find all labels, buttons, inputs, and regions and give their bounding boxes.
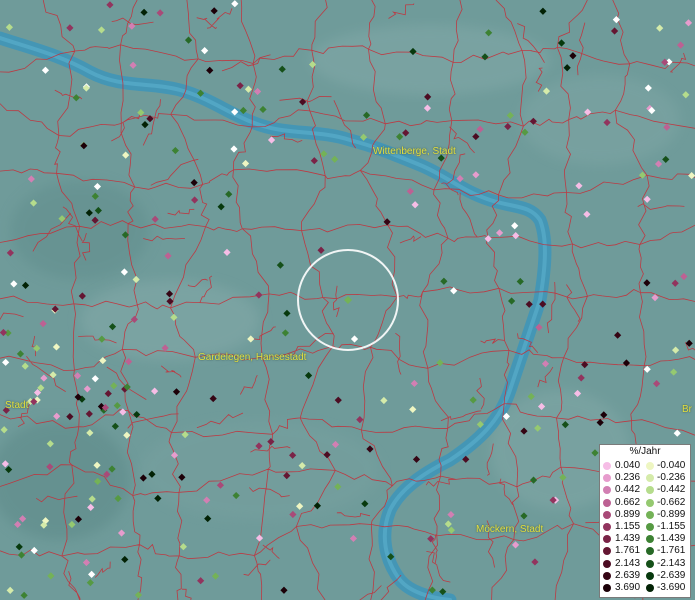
legend-value-positive: 1.761 xyxy=(615,545,641,557)
legend-swatch-negative xyxy=(646,510,654,519)
legend-value-positive: 0.442 xyxy=(615,484,641,496)
legend-value-positive: 1.155 xyxy=(615,521,641,532)
legend-value-positive: 2.143 xyxy=(615,557,641,569)
legend-row: 2.143 -2.143 xyxy=(600,558,692,570)
legend-swatch-positive xyxy=(603,559,611,568)
legend-value-positive: 2.639 xyxy=(615,569,641,581)
legend-value-negative: -2.143 xyxy=(657,557,686,569)
legend-value-positive: 0.662 xyxy=(615,496,641,508)
legend-swatch-negative xyxy=(646,498,654,507)
map-canvas[interactable] xyxy=(0,0,695,600)
legend-row: 1.761 -1.761 xyxy=(600,545,692,557)
legend-value-negative: -0.442 xyxy=(657,484,686,496)
legend-row: 1.155 -1.155 xyxy=(600,521,692,533)
legend-swatch-negative xyxy=(646,584,654,592)
legend-swatch-positive xyxy=(603,584,611,592)
legend-title: %/Jahr xyxy=(629,446,661,457)
legend-swatch-negative xyxy=(646,486,654,495)
legend-value-positive: 3.690 xyxy=(615,582,641,593)
legend-row: 0.899 -0.899 xyxy=(600,509,692,521)
place-label-wittenberge: Wittenberge, Stadt xyxy=(373,146,456,157)
place-label-moeckern: Möckern, Stadt xyxy=(476,524,544,535)
legend-value-negative: -0.236 xyxy=(657,472,686,484)
legend-swatch-positive xyxy=(603,571,611,580)
legend-value-negative: -0.040 xyxy=(657,460,686,471)
legend-value-negative: -1.439 xyxy=(657,533,686,545)
legend-swatch-positive xyxy=(603,474,611,483)
legend-value-negative: -2.639 xyxy=(657,569,686,581)
legend-row: 3.690 -3.690 xyxy=(600,582,692,594)
legend-row: 0.040 -0.040 xyxy=(600,460,692,472)
legend-swatch-negative xyxy=(646,523,654,531)
legend-value-negative: -1.155 xyxy=(657,521,686,532)
legend-value-negative: -0.662 xyxy=(657,496,686,508)
legend-row: 2.639 -2.639 xyxy=(600,570,692,582)
legend-swatch-positive xyxy=(603,547,611,556)
legend-row: 0.236 -0.236 xyxy=(600,472,692,484)
legend-swatch-positive xyxy=(603,523,611,531)
place-label-br-right: Br xyxy=(682,404,692,415)
legend-value-positive: 0.236 xyxy=(615,472,641,484)
legend-value-positive: 0.040 xyxy=(615,460,641,471)
legend-row: 0.662 -0.662 xyxy=(600,497,692,509)
legend-swatch-negative xyxy=(646,547,654,556)
legend-value-negative: -1.761 xyxy=(657,545,686,557)
legend-value-positive: 0.899 xyxy=(615,508,641,520)
legend-value-positive: 1.439 xyxy=(615,533,641,545)
legend-row: 1.439 -1.439 xyxy=(600,533,692,545)
legend-swatch-negative xyxy=(646,474,654,483)
legend-swatch-positive xyxy=(603,486,611,495)
legend-swatch-negative xyxy=(646,462,654,470)
legend-swatch-positive xyxy=(603,498,611,507)
legend-swatch-negative xyxy=(646,535,654,544)
place-label-stadt-left: Stadt xyxy=(5,400,29,411)
legend-swatch-positive xyxy=(603,535,611,544)
legend-swatch-negative xyxy=(646,571,654,580)
legend-row: 0.442 -0.442 xyxy=(600,484,692,496)
legend-swatch-positive xyxy=(603,462,611,470)
map-view[interactable]: Wittenberge, Stadt Gardelegen, Hansestad… xyxy=(0,0,695,600)
legend-value-negative: -0.899 xyxy=(657,508,686,520)
legend-value-negative: -3.690 xyxy=(657,582,686,593)
place-label-gardelegen: Gardelegen, Hansestadt xyxy=(198,352,307,363)
legend-swatch-positive xyxy=(603,510,611,519)
legend: %/Jahr 0.040 -0.040 0.236 -0.236 0.442 -0.442… xyxy=(599,444,691,598)
legend-swatch-negative xyxy=(646,559,654,568)
